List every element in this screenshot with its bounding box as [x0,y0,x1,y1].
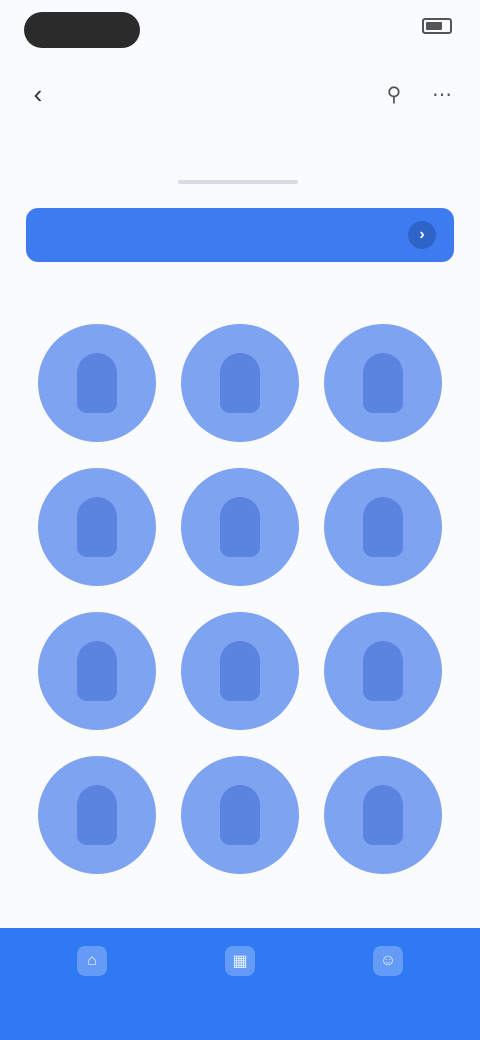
person-icon [219,353,260,413]
person-icon [362,497,403,557]
grid-tile[interactable] [26,300,169,442]
tile-avatar [38,756,157,874]
search-icon[interactable]: ⚲ [380,80,408,108]
chevron-left-icon[interactable]: ‹ [22,78,54,110]
grid-tile[interactable] [311,588,454,730]
person-icon [219,785,260,845]
header-actions: ⚲ ⋯ [380,80,456,108]
tile-avatar [180,756,299,874]
tile-avatar [323,468,442,586]
app-header: ‹ ⚲ ⋯ [0,60,480,130]
tile-avatar [38,612,157,730]
tile-avatar [323,756,442,874]
person-icon [219,641,260,701]
grid-tile[interactable] [311,300,454,442]
home-icon: ⌂ [77,946,107,976]
tile-avatar [38,324,157,442]
grid-tile[interactable] [26,444,169,586]
arrow-right-icon: › [408,221,436,249]
tab-bar [0,138,480,194]
grid-tile[interactable] [311,444,454,586]
tile-avatar [38,468,157,586]
more-icon[interactable]: ⋯ [428,80,456,108]
tile-avatar [180,324,299,442]
status-right [414,18,452,34]
person-icon [362,785,403,845]
status-bar [0,0,480,60]
grid-tile[interactable] [311,732,454,874]
grid-tile[interactable] [26,588,169,730]
tile-avatar [180,468,299,586]
tile-grid [26,300,454,874]
nav-item-grid[interactable]: ▦ [210,946,270,980]
grid-tile[interactable] [169,588,312,730]
battery-icon [422,18,452,34]
grid-tile[interactable] [169,444,312,586]
person-icon [77,785,118,845]
nav-item-home[interactable]: ⌂ [62,946,122,980]
grid-tile[interactable] [26,732,169,874]
tile-avatar [323,612,442,730]
grid-icon: ▦ [225,946,255,976]
tile-avatar [323,324,442,442]
person-icon [362,641,403,701]
person-icon [77,497,118,557]
nav-item-user[interactable]: ☺ [358,946,418,980]
grid-tile[interactable] [169,300,312,442]
tab-indicator [178,180,298,184]
person-icon [219,497,260,557]
promo-banner[interactable]: › [26,208,454,262]
tile-avatar [180,612,299,730]
user-icon: ☺ [373,946,403,976]
status-time [24,12,140,48]
person-icon [77,353,118,413]
grid-tile[interactable] [169,732,312,874]
bottom-nav: ⌂ ▦ ☺ [0,928,480,1040]
person-icon [77,641,118,701]
person-icon [362,353,403,413]
